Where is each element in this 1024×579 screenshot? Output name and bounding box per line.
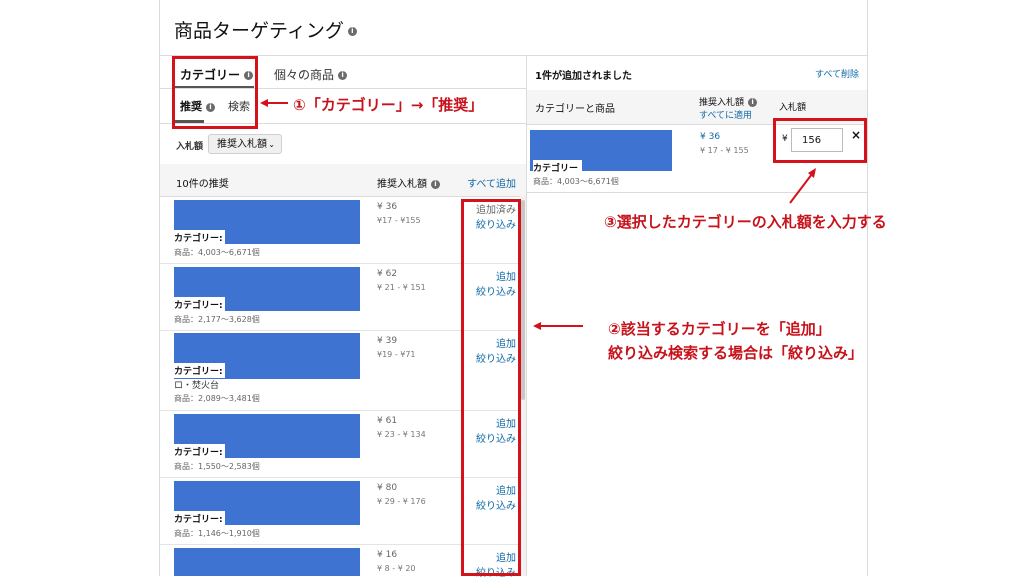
bid-filter-dropdown[interactable]: 推奨入札額 ⌄ xyxy=(208,134,282,154)
bid-range: ¥19 - ¥71 xyxy=(377,350,416,359)
category-label: カテゴリー xyxy=(533,160,583,175)
annotation-step-2-line-1: ②該当するカテゴリーを「追加」 xyxy=(608,320,831,338)
bid-range: ¥17 - ¥155 xyxy=(377,216,421,225)
bid-range: ¥ 8 - ¥ 20 xyxy=(377,564,416,573)
category-label: カテゴリー: xyxy=(174,230,225,245)
tab-individual-products[interactable]: 個々の商品 i xyxy=(274,66,348,83)
bid-filter-value: 推奨入札額 xyxy=(217,139,267,150)
page-title-text: 商品ターゲティング xyxy=(174,20,344,42)
column-divider xyxy=(526,56,527,576)
recommendation-count: 10件の推奨 xyxy=(176,179,229,190)
info-icon[interactable]: i xyxy=(347,27,357,36)
scrollbar-thumb[interactable] xyxy=(521,200,525,400)
suggested-bid: ¥ 36 xyxy=(377,202,398,212)
annotation-step-1: ①「カテゴリー」→「推奨」 xyxy=(293,96,484,114)
product-count: 商品：2,177～3,628個 xyxy=(174,315,260,324)
bid-range: ¥ 17 - ¥ 155 xyxy=(700,146,749,155)
product-count: 商品：1,550～2,583個 xyxy=(174,462,260,471)
product-count: 商品：4,003～6,671個 xyxy=(174,248,260,257)
info-icon[interactable]: i xyxy=(748,98,758,107)
bid-range: ¥ 21 - ¥ 151 xyxy=(377,283,426,292)
page-title: 商品ターゲティング i xyxy=(174,16,357,43)
suggested-bid: ¥ 36 xyxy=(700,132,721,142)
suggested-bid: ¥ 61 xyxy=(377,416,398,426)
annotation-step-3: ③選択したカテゴリーの入札額を入力する xyxy=(604,213,887,231)
col-bid: 入札額 xyxy=(779,103,807,113)
category-label: カテゴリー: xyxy=(174,297,225,312)
redacted-category-block xyxy=(174,548,360,576)
annotation-box-actions xyxy=(461,199,521,576)
bid-range: ¥ 23 - ¥ 134 xyxy=(377,430,426,439)
category-subname: ロ・焚火台 xyxy=(174,381,220,391)
recommendation-list-header: 10件の推奨 推奨入札額 i すべて追加 xyxy=(160,164,526,197)
category-label: カテゴリー: xyxy=(174,444,225,459)
info-icon[interactable]: i xyxy=(431,179,440,189)
suggested-bid: ¥ 16 xyxy=(377,550,398,560)
annotation-box-bid xyxy=(773,118,867,163)
product-count: 商品：1,146～1,910個 xyxy=(174,529,260,538)
product-targeting-panel: 商品ターゲティング i カテゴリー i 個々の商品 i 推奨 i 検索 入札額 推奨入札… xyxy=(159,0,868,579)
remove-all-link[interactable]: すべて削除 xyxy=(815,67,859,80)
chevron-down-icon: ⌄ xyxy=(268,140,275,149)
annotation-box-tabs xyxy=(172,56,258,129)
divider xyxy=(527,192,867,193)
col-category-products: カテゴリーと商品 xyxy=(535,104,615,115)
add-all-link[interactable]: すべて追加 xyxy=(467,175,516,190)
apply-all-link[interactable]: すべてに適用 xyxy=(699,108,752,121)
suggested-bid: ¥ 62 xyxy=(377,269,398,279)
col-suggested-bid-label: 推奨入札額 xyxy=(699,98,745,108)
product-count: 商品：2,089～3,481個 xyxy=(174,394,260,403)
annotation-step-2-line-2: 絞り込み検索する場合は「絞り込み」 xyxy=(608,344,864,362)
bid-range: ¥ 29 - ¥ 176 xyxy=(377,497,426,506)
suggested-bid-header: 推奨入札額 i xyxy=(377,175,440,190)
col-suggested-bid: 推奨入札額 i xyxy=(699,95,758,108)
product-count: 商品：4,003～6,671個 xyxy=(533,177,619,186)
suggested-bid: ¥ 80 xyxy=(377,483,398,493)
category-label: カテゴリー: xyxy=(174,511,225,526)
selected-header: 1件が追加されました すべて削除 xyxy=(527,56,867,91)
added-count: 1件が追加されました xyxy=(535,71,632,82)
info-icon[interactable]: i xyxy=(338,71,348,80)
suggested-bid: ¥ 39 xyxy=(377,336,398,346)
tab-individual-label: 個々の商品 xyxy=(274,68,335,82)
bid-filter-label: 入札額 xyxy=(176,142,204,152)
category-label: カテゴリー: xyxy=(174,363,225,378)
suggested-bid-header-label: 推奨入札額 xyxy=(377,179,427,190)
